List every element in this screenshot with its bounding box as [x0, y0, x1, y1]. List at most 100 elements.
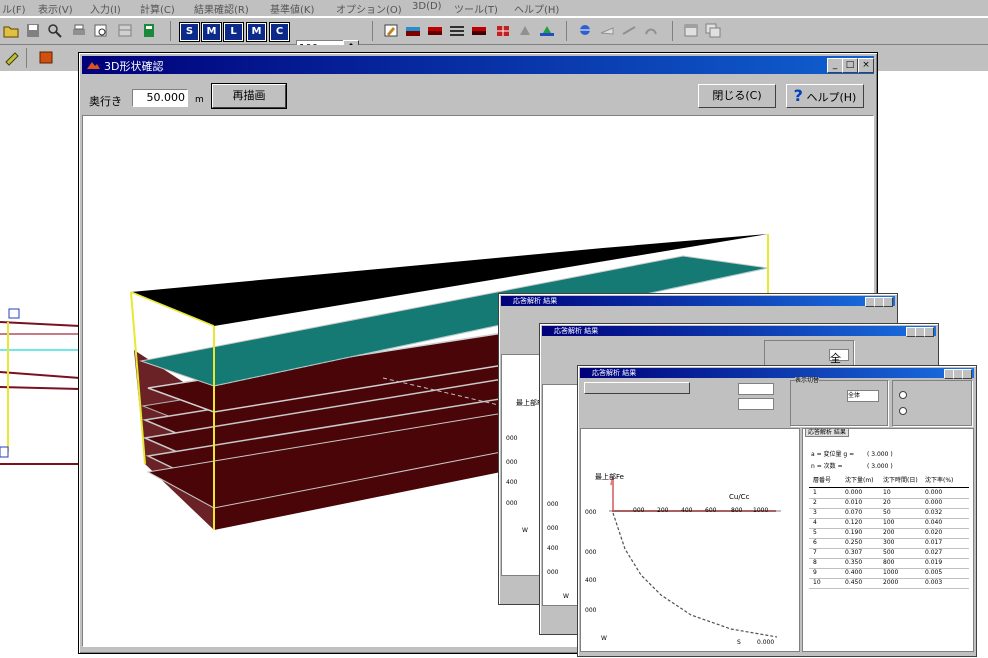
- x-tick: 200: [657, 507, 669, 514]
- table-cell: 0.020: [925, 529, 943, 536]
- table-cell: 200: [883, 529, 895, 536]
- x-tick: 400: [681, 507, 693, 514]
- axis-w-label: W: [601, 635, 607, 642]
- close-icon[interactable]: ×: [858, 58, 874, 73]
- print-preview-icon[interactable]: [92, 22, 110, 39]
- display-combo[interactable]: 全体: [847, 390, 879, 402]
- table-cell: 3: [813, 509, 817, 516]
- x-tick: 1000: [753, 507, 769, 514]
- menu-input[interactable]: 入力(I): [90, 1, 121, 16]
- table-cell: 0.040: [925, 519, 943, 526]
- menu-help[interactable]: ヘルプ(H): [514, 1, 559, 16]
- minimize-icon[interactable]: _: [827, 58, 843, 73]
- globe-icon[interactable]: [576, 22, 594, 39]
- tool-pen-icon[interactable]: [3, 49, 21, 66]
- grid-icon[interactable]: [116, 22, 134, 39]
- result-table-panel: 応答解析 結果 a = 変位量 g = ( 3.000 ) n = 次数 = (…: [802, 428, 974, 652]
- size-s-button[interactable]: S: [179, 22, 200, 42]
- table-cell: 8: [813, 559, 817, 566]
- toolbar-separator: [566, 21, 567, 41]
- table-row: 8 0.350 800 0.019: [809, 559, 969, 569]
- print-icon[interactable]: [70, 22, 88, 39]
- input-field-2[interactable]: [738, 398, 774, 410]
- depth-unit: m: [195, 95, 204, 105]
- close-icon[interactable]: [924, 327, 934, 337]
- layer-red-icon[interactable]: [426, 22, 444, 39]
- size-m-button[interactable]: M: [201, 22, 222, 42]
- save-icon[interactable]: [24, 22, 42, 39]
- settlement-curve: [609, 476, 781, 638]
- axis-w-label: W: [563, 593, 569, 600]
- y-tick: 000: [585, 549, 597, 556]
- magnify-icon[interactable]: [46, 22, 64, 39]
- option-radio-1[interactable]: [899, 391, 907, 399]
- input-field-1[interactable]: [738, 383, 774, 395]
- toolbar-separator: [26, 48, 27, 68]
- close-button[interactable]: 閉じる(C): [698, 84, 776, 108]
- window-title-bar[interactable]: 3D形状確認 _ □ ×: [82, 56, 874, 74]
- table-cell: 50: [883, 509, 891, 516]
- shape-c-icon[interactable]: [642, 22, 660, 39]
- redraw-button[interactable]: 再描画: [211, 83, 287, 109]
- mountain-icon[interactable]: [538, 22, 556, 39]
- table-cell: 9: [813, 569, 817, 576]
- y-tick: 000: [585, 509, 597, 516]
- table-cell: 500: [883, 549, 895, 556]
- background-section-view: [0, 72, 81, 655]
- option-radio-2[interactable]: [899, 407, 907, 415]
- param-a-value: ( 3.000 ): [867, 451, 893, 458]
- tool-box-icon[interactable]: [37, 49, 55, 66]
- display-combo[interactable]: 全体: [829, 349, 849, 381]
- window-cascade-icon[interactable]: [704, 22, 722, 39]
- table-cell: 0.307: [845, 549, 863, 556]
- table-row: 10 0.450 2000 0.003: [809, 579, 969, 589]
- menu-3d[interactable]: 3D(D): [412, 1, 442, 12]
- menu-standard[interactable]: 基準値(K): [270, 1, 314, 16]
- result-tab[interactable]: 応答解析 結果: [805, 428, 849, 437]
- menu-option[interactable]: オプション(O): [336, 1, 402, 16]
- close-icon[interactable]: [962, 369, 972, 379]
- table-header: 層番号 沈下量(m) 沈下時間(日) 沈下率(%): [809, 477, 969, 488]
- calc-icon[interactable]: [140, 22, 158, 39]
- table-header-cell: 沈下率(%): [925, 477, 954, 484]
- help-button[interactable]: ? ヘルプ(H): [786, 84, 864, 108]
- result-window-3-title-bar[interactable]: 応答解析 結果: [580, 368, 974, 379]
- size-l-button[interactable]: L: [223, 22, 244, 42]
- toolbar-separator: [372, 21, 373, 41]
- triangle-icon[interactable]: [516, 22, 534, 39]
- curve-label: Cu/Cc: [729, 493, 750, 501]
- layer-dark-icon[interactable]: [470, 22, 488, 39]
- table-cell: 100: [883, 519, 895, 526]
- window-icon[interactable]: [682, 22, 700, 39]
- layer-grid-icon[interactable]: [494, 22, 512, 39]
- y-tick: 000: [506, 500, 518, 507]
- table-cell: 800: [883, 559, 895, 566]
- menu-calc[interactable]: 計算(C): [140, 1, 175, 16]
- table-header-cell: 沈下量(m): [845, 477, 874, 484]
- maximize-icon[interactable]: □: [842, 58, 858, 73]
- size-c-button[interactable]: C: [269, 22, 290, 42]
- y-tick: 000: [506, 435, 518, 442]
- display-switch-group: 表示切替 全体: [790, 377, 888, 426]
- shape-a-icon[interactable]: [598, 22, 616, 39]
- menu-view[interactable]: 表示(V): [38, 1, 73, 16]
- calc-button[interactable]: [584, 382, 690, 394]
- size-m2-button[interactable]: M: [246, 22, 267, 42]
- layer-blue-icon[interactable]: [404, 22, 422, 39]
- table-cell: 7: [813, 549, 817, 556]
- result-window-2-title-bar[interactable]: 応答解析 結果: [542, 326, 936, 337]
- shape-b-icon[interactable]: [620, 22, 638, 39]
- close-icon[interactable]: [883, 297, 893, 307]
- layer-lines-icon[interactable]: [448, 22, 466, 39]
- open-icon[interactable]: [2, 22, 20, 39]
- menu-result[interactable]: 結果確認(R): [194, 1, 249, 16]
- table-cell: 300: [883, 539, 895, 546]
- table-cell: 0.400: [845, 569, 863, 576]
- menu-file[interactable]: ル(F): [2, 1, 26, 16]
- depth-input[interactable]: 50.000: [132, 89, 188, 107]
- draw-icon[interactable]: [382, 22, 400, 39]
- result-window-1-title-bar[interactable]: 応答解析 結果: [501, 296, 895, 307]
- y-tick: 000: [506, 459, 518, 466]
- menu-tools[interactable]: ツール(T): [454, 1, 498, 16]
- toolbar-separator: [672, 21, 673, 41]
